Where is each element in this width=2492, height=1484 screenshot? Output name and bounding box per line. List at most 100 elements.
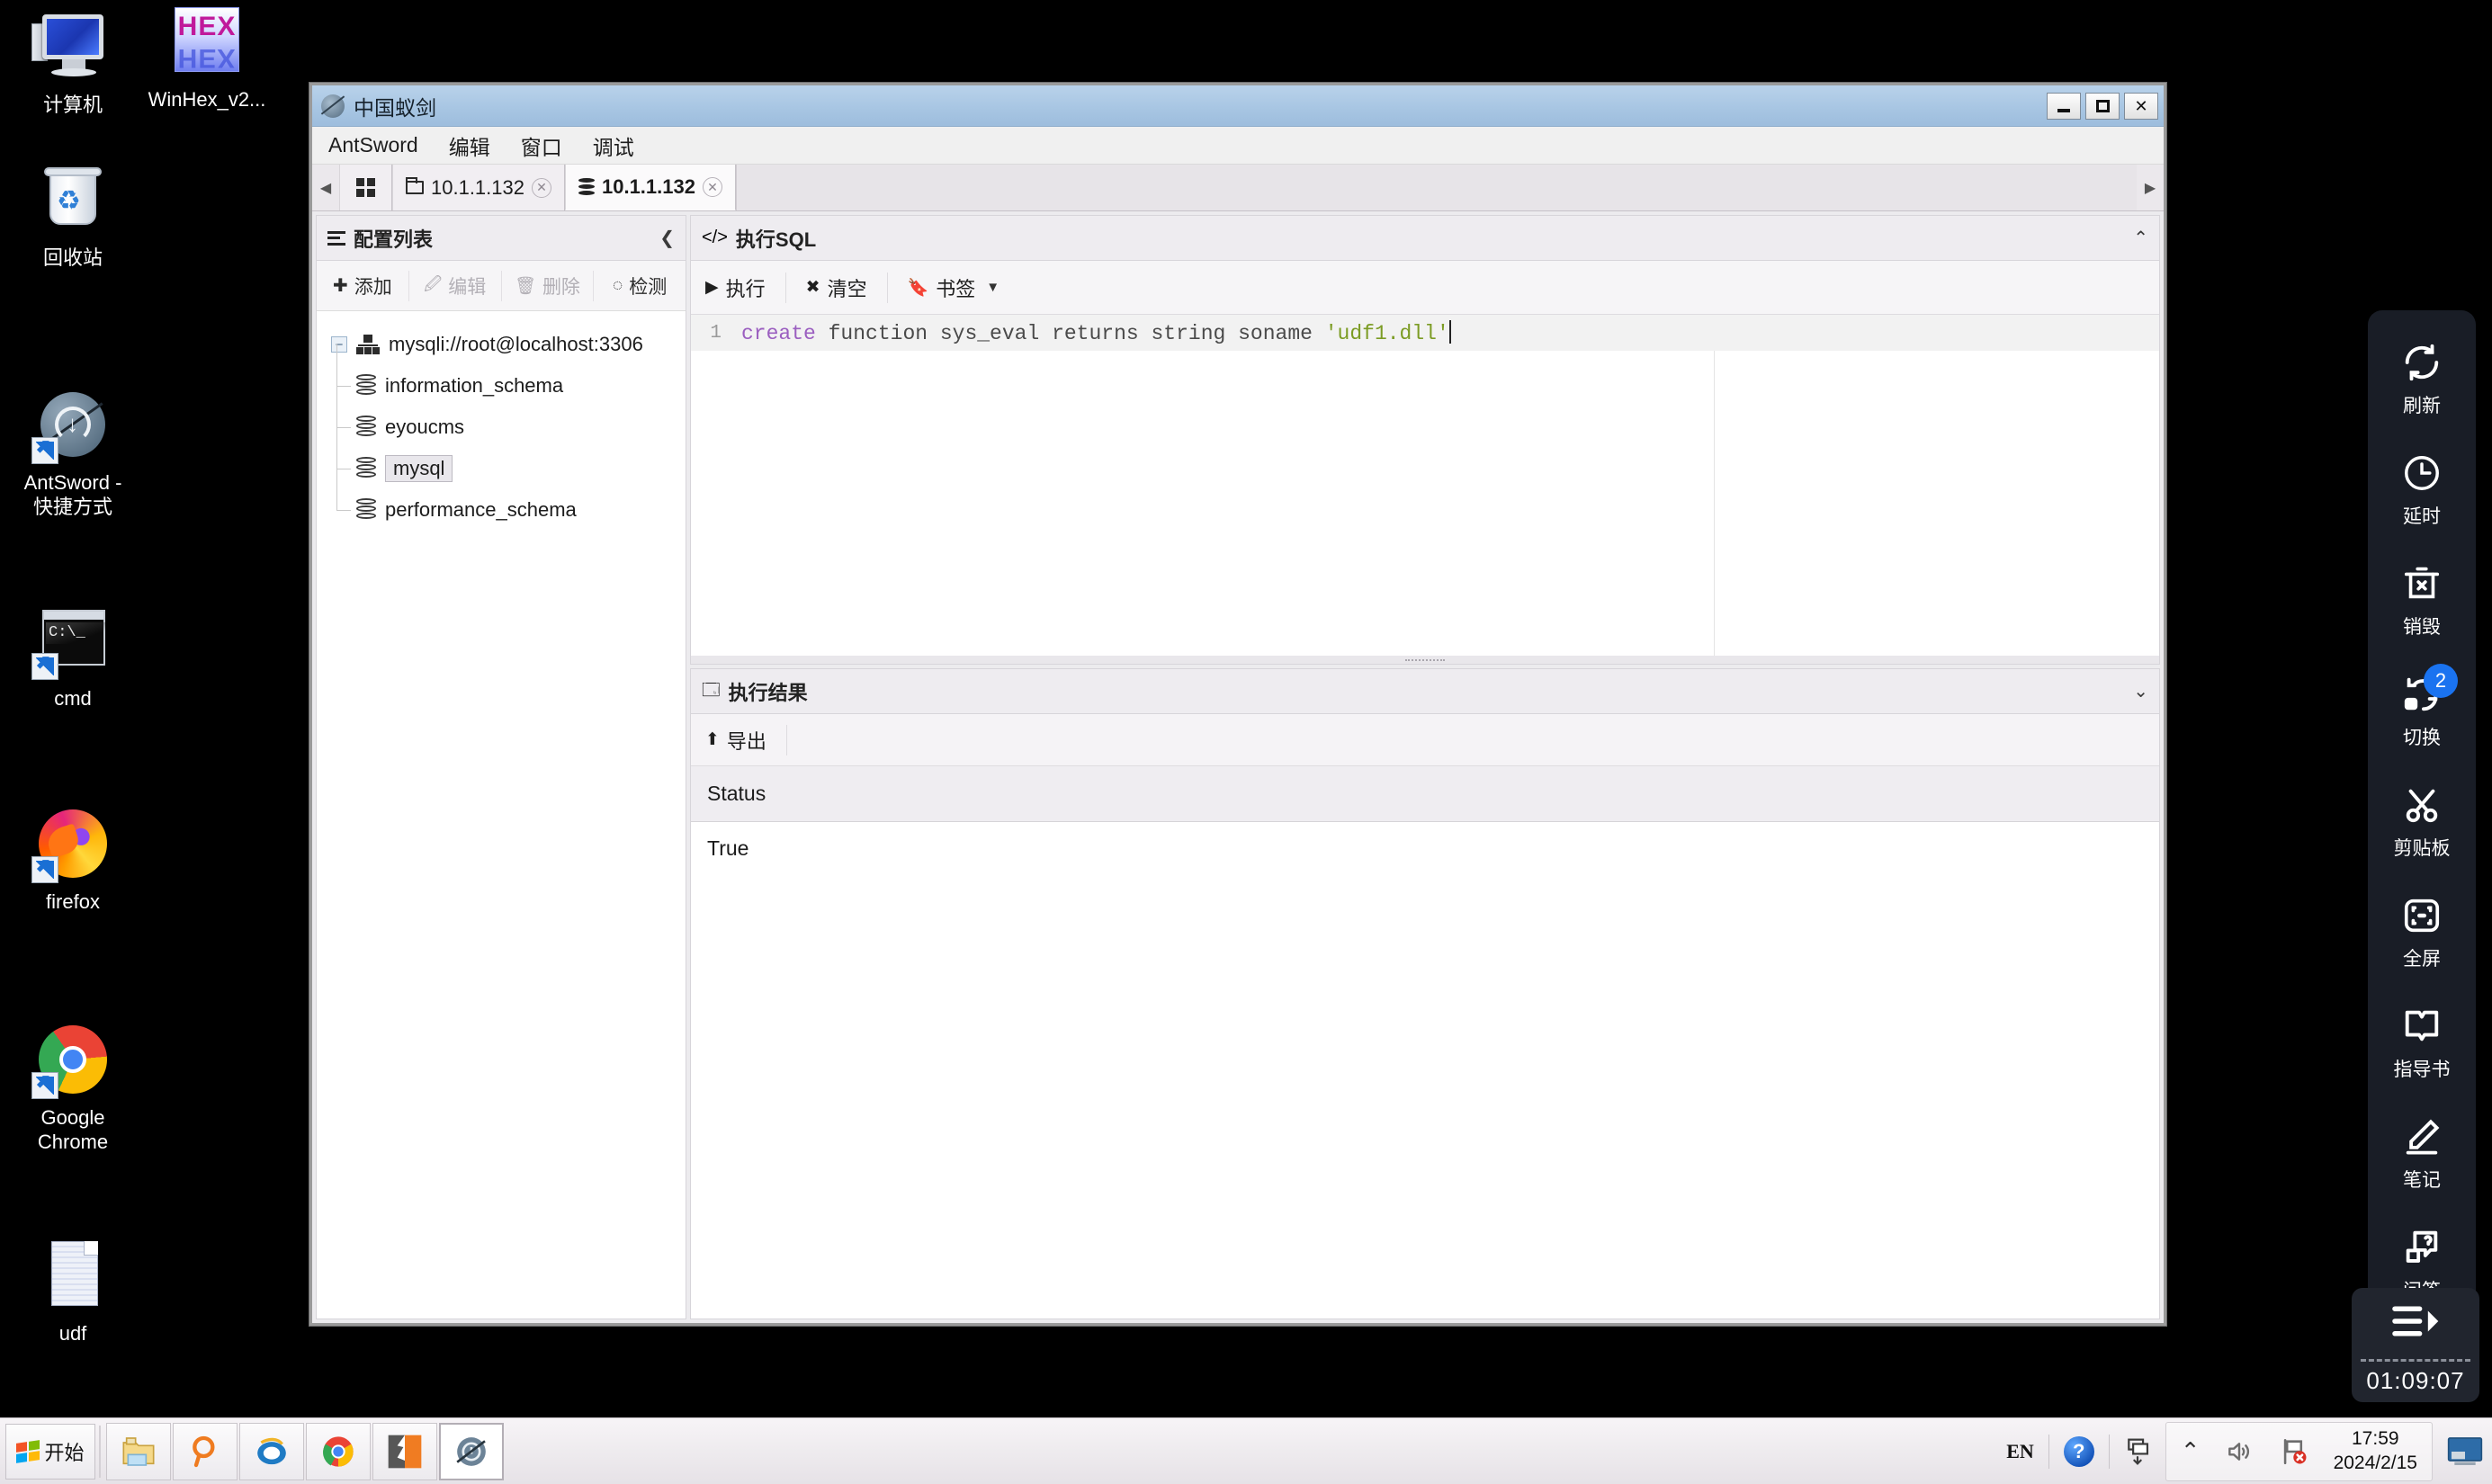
desktop-icon-chrome[interactable]: Google Chrome (5, 1024, 140, 1155)
dock-item-switch[interactable]: 2 切换 (2368, 657, 2476, 767)
database-icon (578, 177, 595, 197)
database-tree: − mysqli://root@localhost:3306 informati… (317, 311, 686, 1319)
chevron-down-icon[interactable]: ⌄ (2133, 680, 2148, 702)
menu-item-debug[interactable]: 调试 (589, 129, 638, 163)
export-button[interactable]: ⬆ 导出 (705, 724, 787, 755)
dock-item-fullscreen[interactable]: 全屏 (2368, 878, 2476, 988)
start-button[interactable]: 开始 (5, 1423, 95, 1480)
taskbar-clock[interactable]: 17:59 2024/2/15 (2334, 1427, 2417, 1475)
delete-button[interactable]: 🗑 删除 (502, 270, 595, 301)
edit-button-label: 编辑 (448, 276, 487, 298)
orange-app-icon (388, 1435, 422, 1468)
code-icon: </> (702, 228, 728, 247)
timer-popover[interactable]: 01:09:07 (2352, 1288, 2479, 1402)
desktop-icon-cmd[interactable]: C:\_ cmd (5, 604, 140, 711)
tab-home[interactable] (339, 165, 392, 210)
network-tray-icon[interactable] (2124, 1436, 2151, 1467)
tree-item-mysql[interactable]: mysql (331, 426, 686, 489)
desktop-icon-udf[interactable]: udf (5, 1239, 140, 1346)
maximize-button[interactable] (2085, 92, 2120, 120)
dock-item-guide[interactable]: 指导书 (2368, 988, 2476, 1099)
dock-item-refresh[interactable]: 刷新 (2368, 325, 2476, 435)
dock-item-destroy[interactable]: 销毁 (2368, 546, 2476, 657)
tree-root-node[interactable]: − mysqli://root@localhost:3306 (331, 324, 686, 365)
database-icon (356, 457, 376, 480)
desktop-icon-firefox[interactable]: firefox (5, 808, 140, 915)
taskbar-item-search[interactable] (173, 1422, 238, 1480)
taskbar-item-chrome[interactable] (306, 1422, 371, 1480)
dock-item-notes[interactable]: 笔记 (2368, 1099, 2476, 1210)
dock-item-label: 笔记 (2403, 1170, 2441, 1191)
desktop-icon-label: WinHex_v2... (148, 88, 266, 111)
taskbar-item-internet-explorer[interactable] (239, 1422, 304, 1480)
editor-empty-area[interactable] (732, 351, 2159, 656)
desktop-icon-winhex[interactable]: HEX HEX WinHex_v2... (139, 5, 274, 112)
antsword-shortcut-icon: ↓ (30, 389, 116, 466)
window-titlebar[interactable]: 中国蚁剑 ✕ (312, 85, 2164, 127)
taskbar-item-explorer[interactable] (106, 1422, 171, 1480)
chevron-up-icon[interactable]: ⌃ (2181, 1437, 2201, 1465)
tray-divider (2108, 1434, 2110, 1469)
sql-editor[interactable]: 1 create function sys_eval returns strin… (691, 315, 2159, 656)
sql-toolbar: ▶ 执行 ✖ 清空 🔖 书签 ▼ (691, 261, 2159, 315)
dock-item-clipboard[interactable]: 剪贴板 (2368, 767, 2476, 878)
antsword-icon (321, 94, 345, 118)
dock-item-delay[interactable]: 延时 (2368, 435, 2476, 546)
tree-item-performance-schema[interactable]: performance_schema (331, 468, 686, 531)
menu-item-antsword[interactable]: AntSword (325, 131, 422, 159)
editor-line-1[interactable]: 1 create function sys_eval returns strin… (691, 315, 2159, 351)
table-row[interactable]: True (691, 822, 2159, 874)
tree-item-information-schema[interactable]: information_schema (331, 344, 686, 407)
bookmark-icon: 🔖 (907, 278, 929, 298)
refresh-icon (2405, 344, 2439, 381)
help-circle-icon[interactable]: ? (2063, 1435, 2094, 1467)
edit-button[interactable]: 🖉 编辑 (409, 270, 502, 301)
menu-bar: AntSword 编辑 窗口 调试 (312, 127, 2164, 165)
tab-scroll-left-button[interactable]: ◀ (312, 165, 339, 210)
desktop-icon-antsword[interactable]: ↓ AntSword - 快捷方式 (5, 389, 140, 520)
result-toolbar: ⬆ 导出 (691, 714, 2159, 766)
tab-scroll-right-button[interactable]: ▶ (2137, 165, 2164, 210)
caret-down-icon[interactable]: ▼ (986, 280, 999, 295)
dock-item-label: 延时 (2403, 506, 2441, 527)
expander-icon[interactable]: − (331, 336, 347, 353)
times-icon: ✖ (805, 278, 820, 297)
close-button[interactable]: ✕ (2124, 92, 2158, 120)
grid-icon (356, 178, 375, 197)
minimize-button[interactable] (2047, 92, 2081, 120)
clear-button[interactable]: ✖ 清空 (786, 272, 888, 303)
menu-item-edit[interactable]: 编辑 (445, 129, 494, 163)
text-file-icon (30, 1239, 116, 1317)
chevron-up-icon[interactable]: ⌃ (2133, 227, 2148, 249)
tab-close-icon[interactable]: ✕ (702, 177, 722, 197)
tree-item-eyoucms[interactable]: eyoucms (331, 385, 686, 448)
detect-button[interactable]: ◌ 检测 (594, 271, 686, 301)
result-table-header: Status (691, 766, 2159, 822)
playlist-icon (2392, 1306, 2439, 1336)
language-indicator[interactable]: EN (2006, 1440, 2034, 1463)
pencil-square-icon: 🖉 (423, 274, 443, 294)
desktop-icon-recycle-bin[interactable]: ♻ 回收站 (5, 164, 140, 271)
tray-icons-box: ⌃ 17:59 2024/2/15 (2165, 1421, 2433, 1481)
volume-icon[interactable] (2224, 1437, 2254, 1466)
desktop-icon-label: udf (58, 1322, 87, 1345)
desktop-icon-computer[interactable]: 计算机 (5, 11, 140, 118)
execute-button-label: 执行 (725, 277, 766, 300)
bookmark-button[interactable]: 🔖 书签 ▼ (888, 273, 1020, 303)
tab-database-10-1-1-132[interactable]: 10.1.1.132 ✕ (564, 165, 736, 210)
database-icon (356, 374, 376, 398)
taskbar-item-editor[interactable] (372, 1422, 437, 1480)
database-icon (356, 498, 376, 522)
panel-splitter[interactable] (691, 656, 2159, 664)
export-button-label: 导出 (726, 729, 766, 753)
action-center-flag-icon[interactable] (2278, 1436, 2310, 1467)
taskbar-item-antsword[interactable] (439, 1422, 504, 1480)
show-desktop-icon[interactable] (2447, 1436, 2483, 1467)
menu-item-window[interactable]: 窗口 (517, 129, 566, 163)
tab-close-icon[interactable]: ✕ (531, 177, 551, 198)
execute-button[interactable]: ▶ 执行 (705, 272, 786, 303)
add-button[interactable]: ✚ 添加 (317, 270, 409, 301)
chevron-left-icon[interactable]: ❮ (659, 227, 675, 249)
add-button-label: 添加 (354, 276, 392, 298)
tab-shell-10-1-1-132[interactable]: 10.1.1.132 ✕ (392, 165, 565, 210)
